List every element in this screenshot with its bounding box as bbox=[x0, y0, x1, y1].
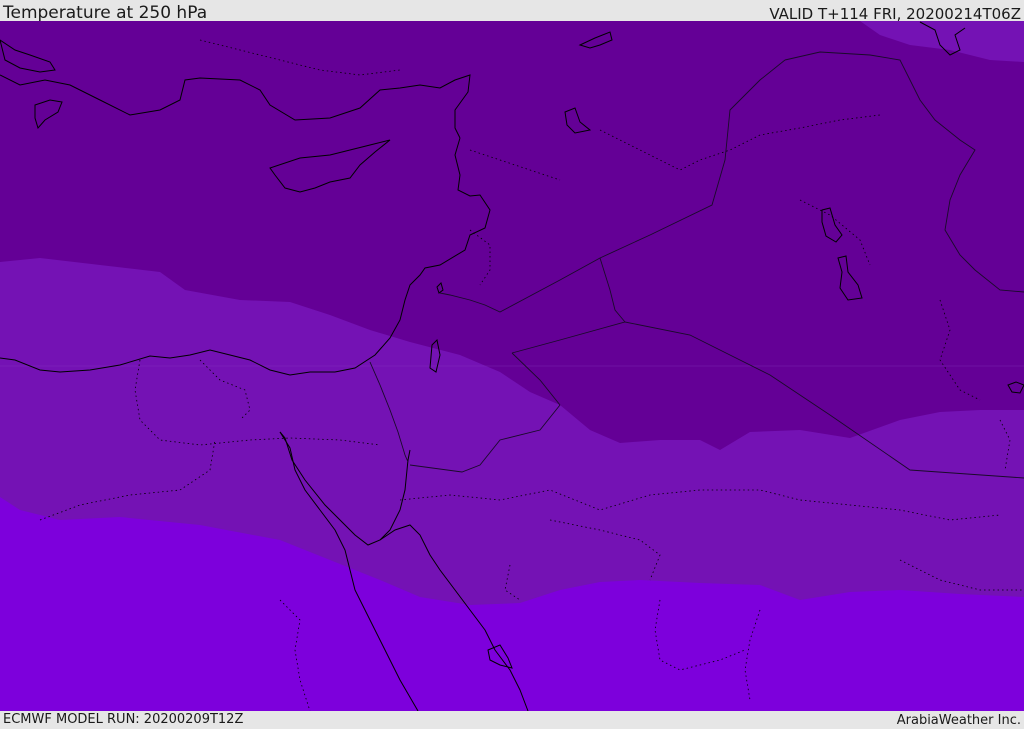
map-svg bbox=[0, 21, 1024, 711]
map-title: Temperature at 250 hPa bbox=[3, 3, 208, 23]
model-run: ECMWF MODEL RUN: 20200209T12Z bbox=[3, 712, 244, 727]
header-bar: Temperature at 250 hPa VALID T+114 FRI, … bbox=[0, 0, 1024, 23]
credit: ArabiaWeather Inc. bbox=[896, 713, 1021, 728]
footer-bar: ECMWF MODEL RUN: 20200209T12Z ArabiaWeat… bbox=[0, 711, 1024, 729]
weather-map-screen: Temperature at 250 hPa VALID T+114 FRI, … bbox=[0, 0, 1024, 729]
map-canvas[interactable] bbox=[0, 21, 1024, 711]
